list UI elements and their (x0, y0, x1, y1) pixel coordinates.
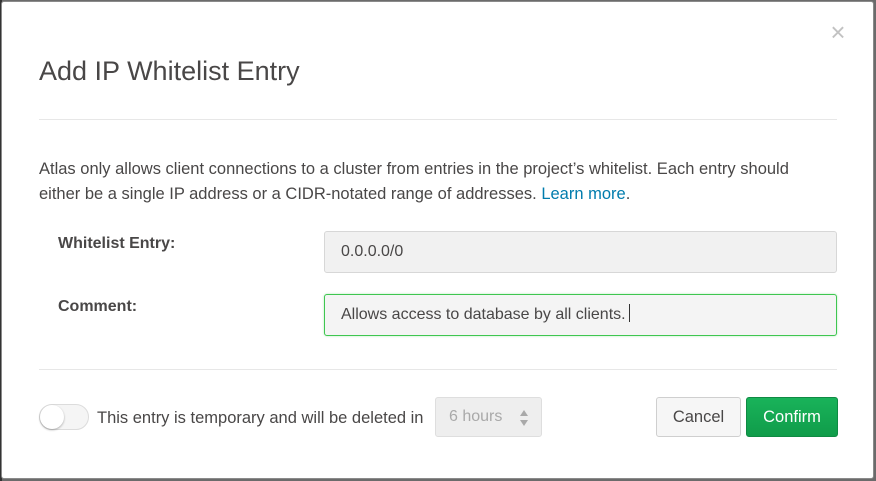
confirm-button[interactable]: Confirm (746, 397, 838, 437)
description-text: Atlas only allows client connections to … (39, 160, 789, 203)
comment-label: Comment: (58, 298, 138, 315)
text-cursor (628, 304, 630, 322)
add-ip-whitelist-modal: × Add IP Whitelist Entry Atlas only allo… (1, 1, 874, 479)
duration-select[interactable]: 6 hours (435, 397, 542, 437)
cancel-button[interactable]: Cancel (656, 397, 741, 437)
footer-divider (39, 369, 837, 370)
whitelist-entry-input[interactable]: 0.0.0.0/0 (324, 231, 837, 273)
toggle-knob (40, 405, 64, 429)
description-end: . (625, 185, 631, 203)
temporary-entry-text: This entry is temporary and will be dele… (97, 409, 424, 427)
temporary-toggle[interactable] (39, 404, 89, 430)
whitelist-entry-value: 0.0.0.0/0 (341, 243, 404, 260)
learn-more-link[interactable]: Learn more (541, 185, 625, 203)
close-icon[interactable]: × (828, 19, 848, 45)
header-divider (39, 119, 837, 120)
modal-description: Atlas only allows client connections to … (39, 157, 829, 207)
comment-input[interactable]: Allows access to database by all clients… (324, 294, 837, 336)
modal-title: Add IP Whitelist Entry (39, 56, 300, 86)
select-arrows-icon (520, 410, 528, 426)
duration-selected-value: 6 hours (449, 408, 503, 425)
whitelist-entry-label: Whitelist Entry: (58, 235, 176, 252)
comment-value: Allows access to database by all clients… (341, 306, 626, 323)
